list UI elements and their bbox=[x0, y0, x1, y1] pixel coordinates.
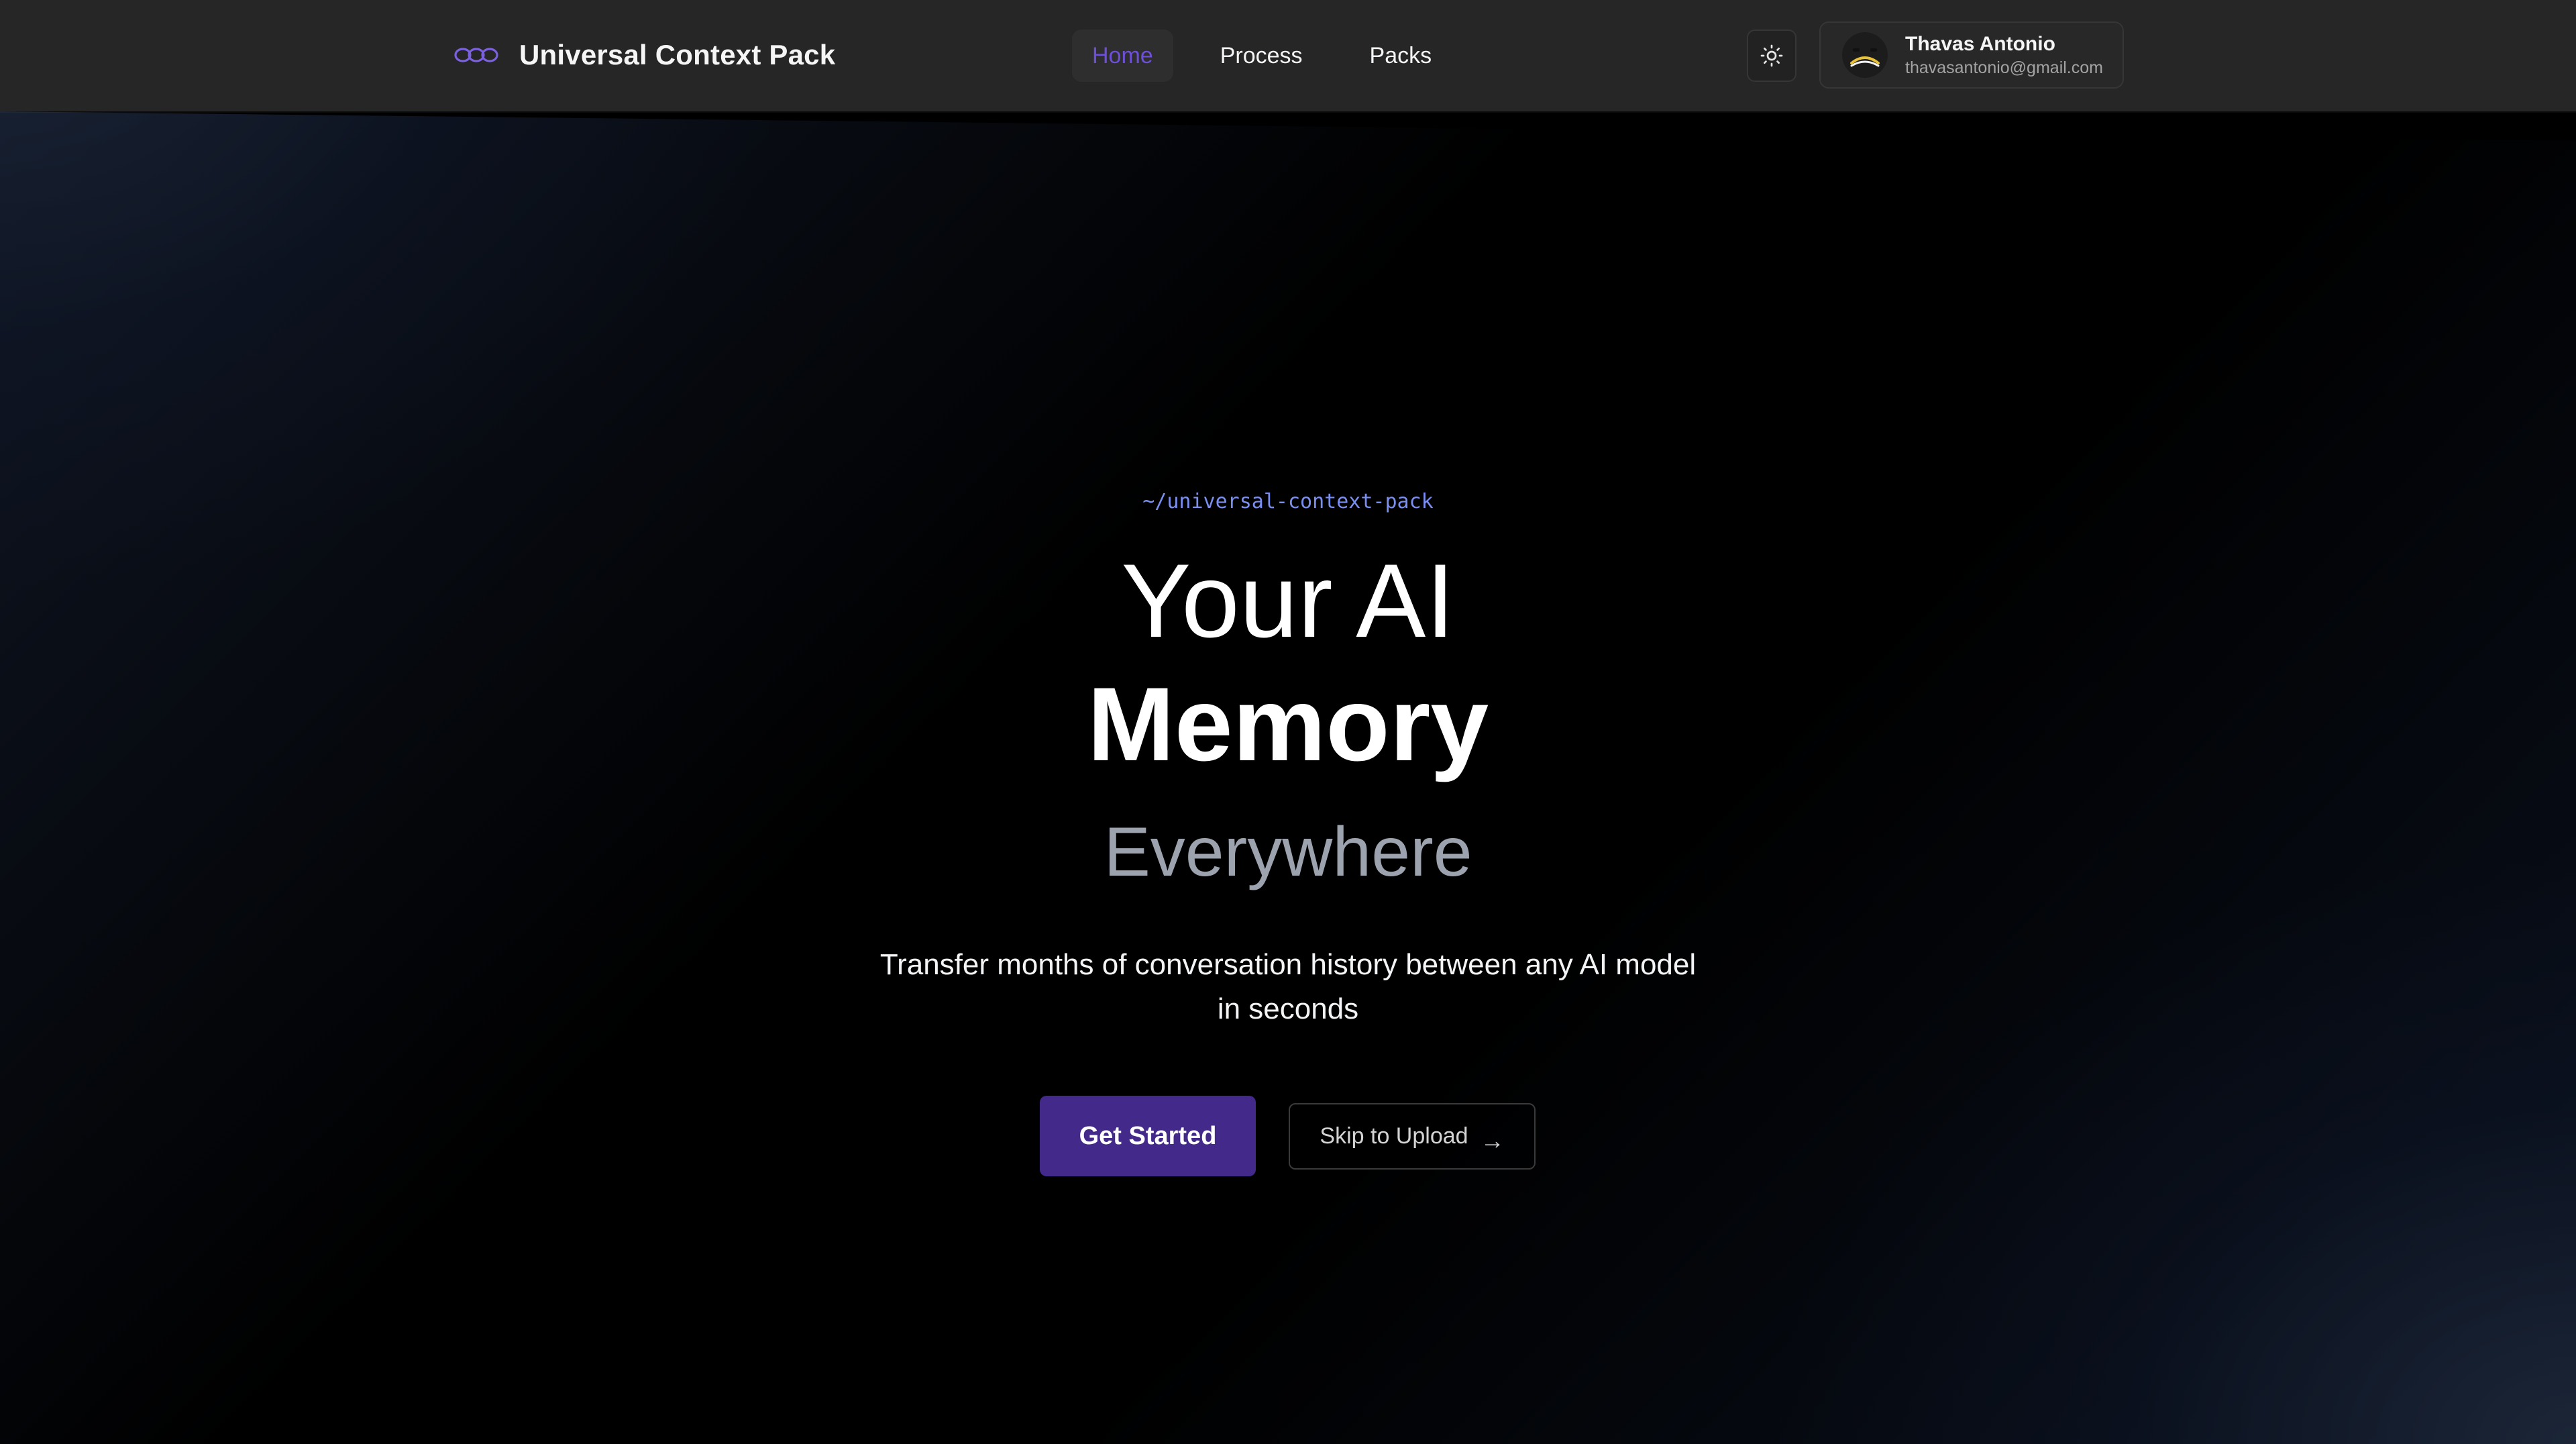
page: Universal Context Pack Home Process Pack… bbox=[0, 0, 2576, 1444]
hero-title-line-3: Everywhere bbox=[1104, 813, 1472, 891]
nav-packs[interactable]: Packs bbox=[1350, 30, 1452, 82]
hero-subtitle: Transfer months of conversation history … bbox=[879, 948, 1697, 1025]
arrow-right-icon: → bbox=[1480, 1126, 1505, 1154]
nav-process[interactable]: Process bbox=[1200, 30, 1323, 82]
brand-name: Universal Context Pack bbox=[519, 39, 836, 70]
skip-to-upload-label: Skip to Upload bbox=[1320, 1123, 1468, 1149]
main-nav: Home Process Packs bbox=[1072, 30, 1452, 82]
user-email: thavasantonio@gmail.com bbox=[1905, 58, 2103, 77]
hero-title-line-1: Your AI bbox=[1121, 543, 1455, 660]
user-name: Thavas Antonio bbox=[1905, 32, 2055, 55]
infinity-chain-logo-icon bbox=[454, 48, 498, 62]
theme-toggle-button[interactable] bbox=[1747, 30, 1796, 82]
skip-to-upload-button[interactable]: Skip to Upload → bbox=[1289, 1103, 1536, 1170]
brand[interactable]: Universal Context Pack bbox=[453, 34, 835, 76]
user-info: Thavas Antonio thavasantonio@gmail.com bbox=[1905, 33, 2103, 78]
get-started-button[interactable]: Get Started bbox=[1040, 1096, 1256, 1176]
hero-title-line-2: Memory bbox=[1087, 666, 1489, 783]
path-tag: ~/universal-context-pack bbox=[1142, 490, 1434, 513]
avatar bbox=[1842, 32, 1888, 78]
nav-home[interactable]: Home bbox=[1072, 30, 1173, 82]
top-navbar: Universal Context Pack Home Process Pack… bbox=[0, 0, 2576, 111]
frown-face-avatar-icon bbox=[1842, 32, 1888, 78]
sun-icon bbox=[1760, 44, 1783, 67]
user-menu[interactable]: Thavas Antonio thavasantonio@gmail.com bbox=[1819, 21, 2124, 89]
